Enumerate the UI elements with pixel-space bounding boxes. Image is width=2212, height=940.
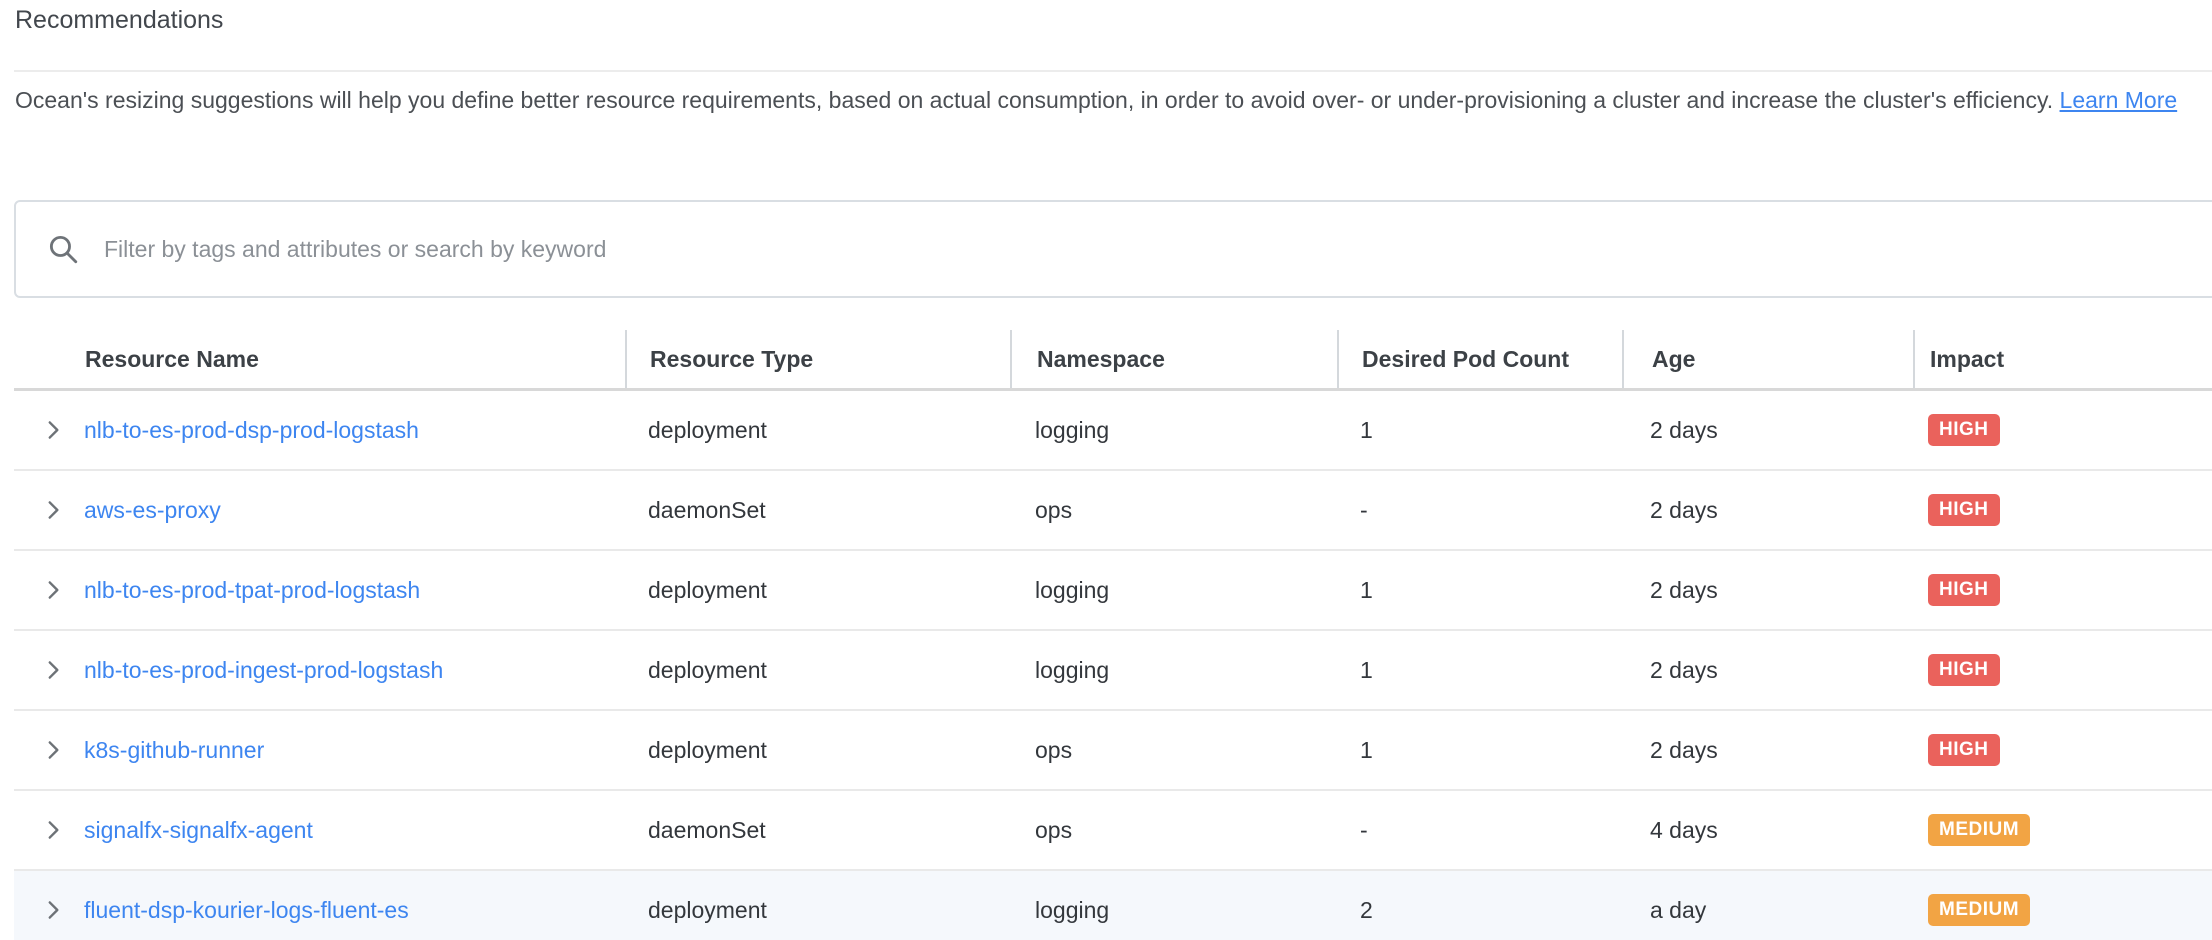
namespace-cell: logging <box>1010 897 1337 924</box>
age-cell: a day <box>1622 897 1913 924</box>
search-icon <box>46 232 80 266</box>
impact-cell: MEDIUM <box>1913 814 2212 846</box>
chevron-right-icon[interactable] <box>40 657 66 683</box>
table-row[interactable]: nlb-to-es-prod-tpat-prod-logstash deploy… <box>14 551 2212 631</box>
page-title: Recommendations <box>15 6 223 35</box>
age-cell: 4 days <box>1622 817 1913 844</box>
table-row[interactable]: aws-es-proxy daemonSet ops - 2 days HIGH <box>14 471 2212 551</box>
column-header[interactable]: Namespace <box>1010 330 1337 388</box>
pod-count-cell: - <box>1337 817 1622 844</box>
chevron-right-icon[interactable] <box>40 497 66 523</box>
resource-type-cell: deployment <box>625 737 1010 764</box>
age-cell: 2 days <box>1622 737 1913 764</box>
table-row[interactable]: fluent-dsp-kourier-logs-fluent-es deploy… <box>14 871 2212 940</box>
table-body: nlb-to-es-prod-dsp-prod-logstash deploym… <box>14 391 2212 940</box>
impact-cell: HIGH <box>1913 494 2212 526</box>
impact-cell: HIGH <box>1913 654 2212 686</box>
pod-count-cell: 2 <box>1337 897 1622 924</box>
impact-badge: HIGH <box>1928 494 2000 526</box>
pod-count-cell: 1 <box>1337 737 1622 764</box>
description-body: Ocean's resizing suggestions will help y… <box>15 87 2053 113</box>
impact-cell: HIGH <box>1913 734 2212 766</box>
title-divider <box>14 70 2212 72</box>
filter-search-box[interactable] <box>14 200 2212 298</box>
resource-type-cell: daemonSet <box>625 817 1010 844</box>
filter-search-input[interactable] <box>102 235 2212 264</box>
resource-name-link[interactable]: signalfx-signalfx-agent <box>84 817 313 844</box>
column-header[interactable]: Impact <box>1913 330 2212 388</box>
chevron-right-icon[interactable] <box>40 817 66 843</box>
description-text: Ocean's resizing suggestions will help y… <box>15 82 2205 119</box>
age-cell: 2 days <box>1622 497 1913 524</box>
resource-name-link[interactable]: nlb-to-es-prod-dsp-prod-logstash <box>84 417 419 444</box>
chevron-right-icon[interactable] <box>40 897 66 923</box>
resource-type-cell: deployment <box>625 577 1010 604</box>
pod-count-cell: - <box>1337 497 1622 524</box>
table-row[interactable]: nlb-to-es-prod-dsp-prod-logstash deploym… <box>14 391 2212 471</box>
column-header[interactable]: Resource Type <box>625 330 1010 388</box>
namespace-cell: logging <box>1010 657 1337 684</box>
age-cell: 2 days <box>1622 417 1913 444</box>
learn-more-link[interactable]: Learn More <box>2060 87 2178 113</box>
table-row[interactable]: nlb-to-es-prod-ingest-prod-logstash depl… <box>14 631 2212 711</box>
impact-badge: MEDIUM <box>1928 814 2030 846</box>
impact-badge: HIGH <box>1928 574 2000 606</box>
impact-badge: MEDIUM <box>1928 894 2030 926</box>
impact-badge: HIGH <box>1928 654 2000 686</box>
table-header-row: Resource NameResource TypeNamespaceDesir… <box>14 310 2212 391</box>
column-header[interactable]: Age <box>1622 330 1913 388</box>
namespace-cell: ops <box>1010 497 1337 524</box>
impact-cell: MEDIUM <box>1913 894 2212 926</box>
column-header[interactable]: Desired Pod Count <box>1337 330 1622 388</box>
recommendations-table: Resource NameResource TypeNamespaceDesir… <box>14 310 2212 940</box>
resource-name-cell: fluent-dsp-kourier-logs-fluent-es <box>14 897 625 924</box>
resource-type-cell: deployment <box>625 657 1010 684</box>
impact-cell: HIGH <box>1913 414 2212 446</box>
pod-count-cell: 1 <box>1337 577 1622 604</box>
resource-name-cell: nlb-to-es-prod-ingest-prod-logstash <box>14 657 625 684</box>
impact-cell: HIGH <box>1913 574 2212 606</box>
resource-name-cell: k8s-github-runner <box>14 737 625 764</box>
resource-type-cell: deployment <box>625 897 1010 924</box>
resource-name-cell: nlb-to-es-prod-tpat-prod-logstash <box>14 577 625 604</box>
table-row[interactable]: signalfx-signalfx-agent daemonSet ops - … <box>14 791 2212 871</box>
resource-name-cell: nlb-to-es-prod-dsp-prod-logstash <box>14 417 625 444</box>
column-header[interactable]: Resource Name <box>14 330 625 388</box>
resource-name-link[interactable]: k8s-github-runner <box>84 737 264 764</box>
namespace-cell: logging <box>1010 577 1337 604</box>
resource-type-cell: daemonSet <box>625 497 1010 524</box>
pod-count-cell: 1 <box>1337 417 1622 444</box>
namespace-cell: ops <box>1010 737 1337 764</box>
resource-name-cell: signalfx-signalfx-agent <box>14 817 625 844</box>
impact-badge: HIGH <box>1928 414 2000 446</box>
chevron-right-icon[interactable] <box>40 577 66 603</box>
age-cell: 2 days <box>1622 577 1913 604</box>
resource-name-cell: aws-es-proxy <box>14 497 625 524</box>
chevron-right-icon[interactable] <box>40 417 66 443</box>
chevron-right-icon[interactable] <box>40 737 66 763</box>
namespace-cell: ops <box>1010 817 1337 844</box>
table-row[interactable]: k8s-github-runner deployment ops 1 2 day… <box>14 711 2212 791</box>
resource-type-cell: deployment <box>625 417 1010 444</box>
namespace-cell: logging <box>1010 417 1337 444</box>
resource-name-link[interactable]: nlb-to-es-prod-tpat-prod-logstash <box>84 577 420 604</box>
age-cell: 2 days <box>1622 657 1913 684</box>
impact-badge: HIGH <box>1928 734 2000 766</box>
resource-name-link[interactable]: aws-es-proxy <box>84 497 221 524</box>
pod-count-cell: 1 <box>1337 657 1622 684</box>
resource-name-link[interactable]: fluent-dsp-kourier-logs-fluent-es <box>84 897 409 924</box>
resource-name-link[interactable]: nlb-to-es-prod-ingest-prod-logstash <box>84 657 443 684</box>
